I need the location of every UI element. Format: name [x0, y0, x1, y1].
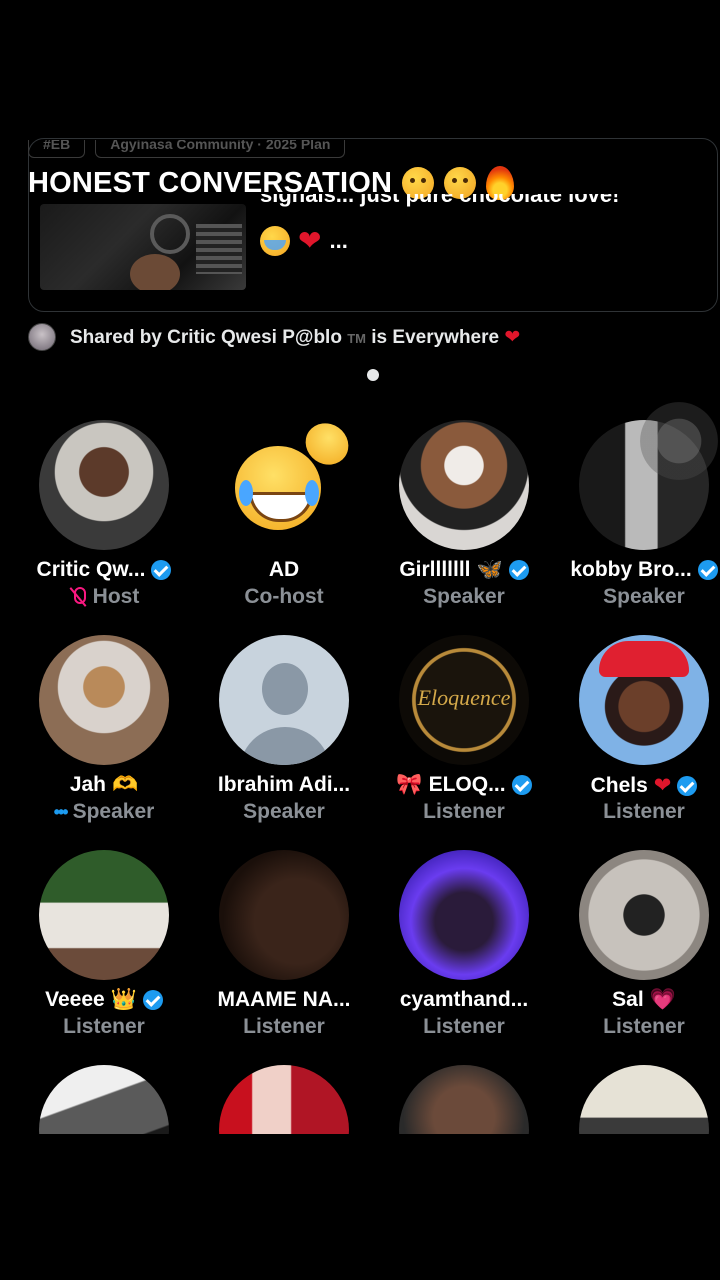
- participant-name: Veeee 👑: [14, 988, 194, 1012]
- participant-role-text: Listener: [423, 1015, 505, 1038]
- participant-name: Chels ❤: [554, 773, 720, 798]
- crown-emoji-icon: 👑: [110, 988, 137, 1011]
- participant-role: ••• Speaker: [14, 800, 194, 824]
- verified-badge-icon: [697, 560, 718, 580]
- avatar[interactable]: [399, 420, 529, 550]
- participant-name-text: Girlllllll: [399, 558, 471, 581]
- participant-name-text: cyamthand...: [399, 988, 529, 1011]
- bottom-blank-area: [0, 1134, 720, 1280]
- talking-dots-icon: •••: [53, 801, 69, 822]
- avatar[interactable]: [219, 414, 357, 550]
- participant-role-text: Speaker: [423, 585, 505, 608]
- participant-name-text: MAAME NA...: [217, 988, 351, 1011]
- participant-name-text: Sal: [612, 988, 644, 1011]
- participant-role-text: Speaker: [243, 800, 325, 823]
- red-heart-emoji-icon: ❤: [653, 774, 672, 797]
- participant-name-text: Jah: [69, 773, 107, 796]
- participant-name: Ibrahim Adi...: [194, 773, 374, 797]
- butterfly-emoji-icon: 🦋: [476, 558, 503, 581]
- participant-name-text: Chels: [590, 773, 648, 797]
- shared-by-suffix: is Everywhere: [371, 326, 500, 348]
- participant-role-text: Listener: [63, 1015, 145, 1038]
- pagination-dot: [367, 369, 379, 381]
- assistive-touch-button[interactable]: [640, 402, 718, 480]
- avatar[interactable]: [579, 850, 709, 980]
- preview-text-line: signals... just pure chocolate love!: [260, 194, 620, 207]
- avatar[interactable]: [39, 420, 169, 550]
- participant-role-text: Co-host: [244, 585, 324, 608]
- avatar[interactable]: [39, 850, 169, 980]
- participant-role: Listener: [554, 800, 720, 824]
- pink-heart-emoji-icon: 💗: [649, 988, 676, 1011]
- heart-hands-emoji-icon: 🫶: [112, 773, 139, 796]
- participant-role-text: Listener: [603, 1015, 685, 1038]
- participant-role: Listener: [554, 1015, 720, 1039]
- mic-off-icon: [69, 587, 87, 607]
- avatar[interactable]: [399, 850, 529, 980]
- space-tag[interactable]: Agyinasa Community · 2025 Plan: [95, 140, 346, 158]
- participant-role: Listener: [374, 1015, 554, 1039]
- preview-ellipsis: ...: [329, 228, 348, 253]
- space-preview-image[interactable]: [40, 204, 246, 290]
- shared-by-row[interactable]: Shared by Critic Qwesi P@blo TM is Every…: [28, 323, 520, 351]
- participant-name: kobby Bro...: [554, 558, 720, 582]
- participant-name: 🎀 ELOQ...: [374, 773, 554, 797]
- participant-name-text: kobby Bro...: [570, 558, 692, 581]
- avatar[interactable]: [219, 850, 349, 980]
- participant-name: Critic Qw...: [14, 558, 194, 582]
- red-heart-emoji-icon: ❤: [298, 225, 322, 256]
- sharer-avatar[interactable]: [28, 323, 56, 351]
- participant-role: Host: [14, 585, 194, 609]
- verified-badge-icon: [511, 775, 532, 795]
- participant-name: Sal 💗: [554, 988, 720, 1012]
- participant-role: Speaker: [194, 800, 374, 824]
- avatar[interactable]: [39, 635, 169, 765]
- space-preview-text: signals... just pure chocolate love!: [260, 194, 700, 216]
- participant-name-text: AD: [268, 558, 300, 581]
- participant-name-text: Veeee: [45, 988, 105, 1011]
- participant-role: Listener: [14, 1015, 194, 1039]
- space-tags: #EB Agyinasa Community · 2025 Plan: [28, 140, 346, 158]
- participant-role-text: Listener: [243, 1015, 325, 1038]
- participant-role: Speaker: [554, 585, 720, 609]
- participant-role-text: Listener: [603, 800, 685, 823]
- avatar[interactable]: [579, 635, 709, 765]
- shared-by-text: Shared by Critic Qwesi P@blo TM is Every…: [70, 326, 520, 349]
- participant-name: cyamthand...: [374, 988, 554, 1012]
- participant-role: Listener: [194, 1015, 374, 1039]
- verified-badge-icon: [151, 560, 172, 580]
- verified-badge-icon: [508, 560, 529, 580]
- participant-role-text: Speaker: [72, 800, 155, 823]
- shared-by-prefix: Shared by Critic Qwesi P@blo: [70, 326, 342, 348]
- participant-name-text: Critic Qw...: [36, 558, 146, 581]
- participant-name: MAAME NA...: [194, 988, 374, 1012]
- space-preview-line-2: ❤ ...: [260, 226, 348, 256]
- participant-role: Speaker: [374, 585, 554, 609]
- participant-role: Listener: [374, 800, 554, 824]
- participant-name-text: ELOQ...: [428, 773, 506, 796]
- crying-face-emoji-icon: [260, 226, 290, 256]
- participant-role: Co-host: [194, 585, 374, 609]
- laughing-emoji-icon: [235, 446, 321, 530]
- trademark-mark: TM: [347, 330, 366, 346]
- participant-name: Girlllllll 🦋: [374, 558, 554, 582]
- red-heart-emoji-icon: ❤: [504, 326, 521, 348]
- participant-name-text: Ibrahim Adi...: [217, 773, 351, 796]
- participant-role-text: Host: [92, 585, 140, 608]
- verified-badge-icon: [142, 990, 163, 1010]
- participant-name: Jah 🫶: [14, 773, 194, 797]
- avatar[interactable]: Eloquence: [399, 635, 529, 765]
- ribbon-emoji-icon: 🎀: [396, 773, 423, 796]
- participant-name: AD: [194, 558, 374, 582]
- space-tag[interactable]: #EB: [28, 140, 86, 158]
- participant-role-text: Speaker: [603, 585, 685, 608]
- participant-role-text: Listener: [423, 800, 505, 823]
- verified-badge-icon: [677, 775, 698, 796]
- avatar-logo-text: Eloquence: [417, 685, 511, 710]
- default-avatar-icon[interactable]: [219, 635, 349, 765]
